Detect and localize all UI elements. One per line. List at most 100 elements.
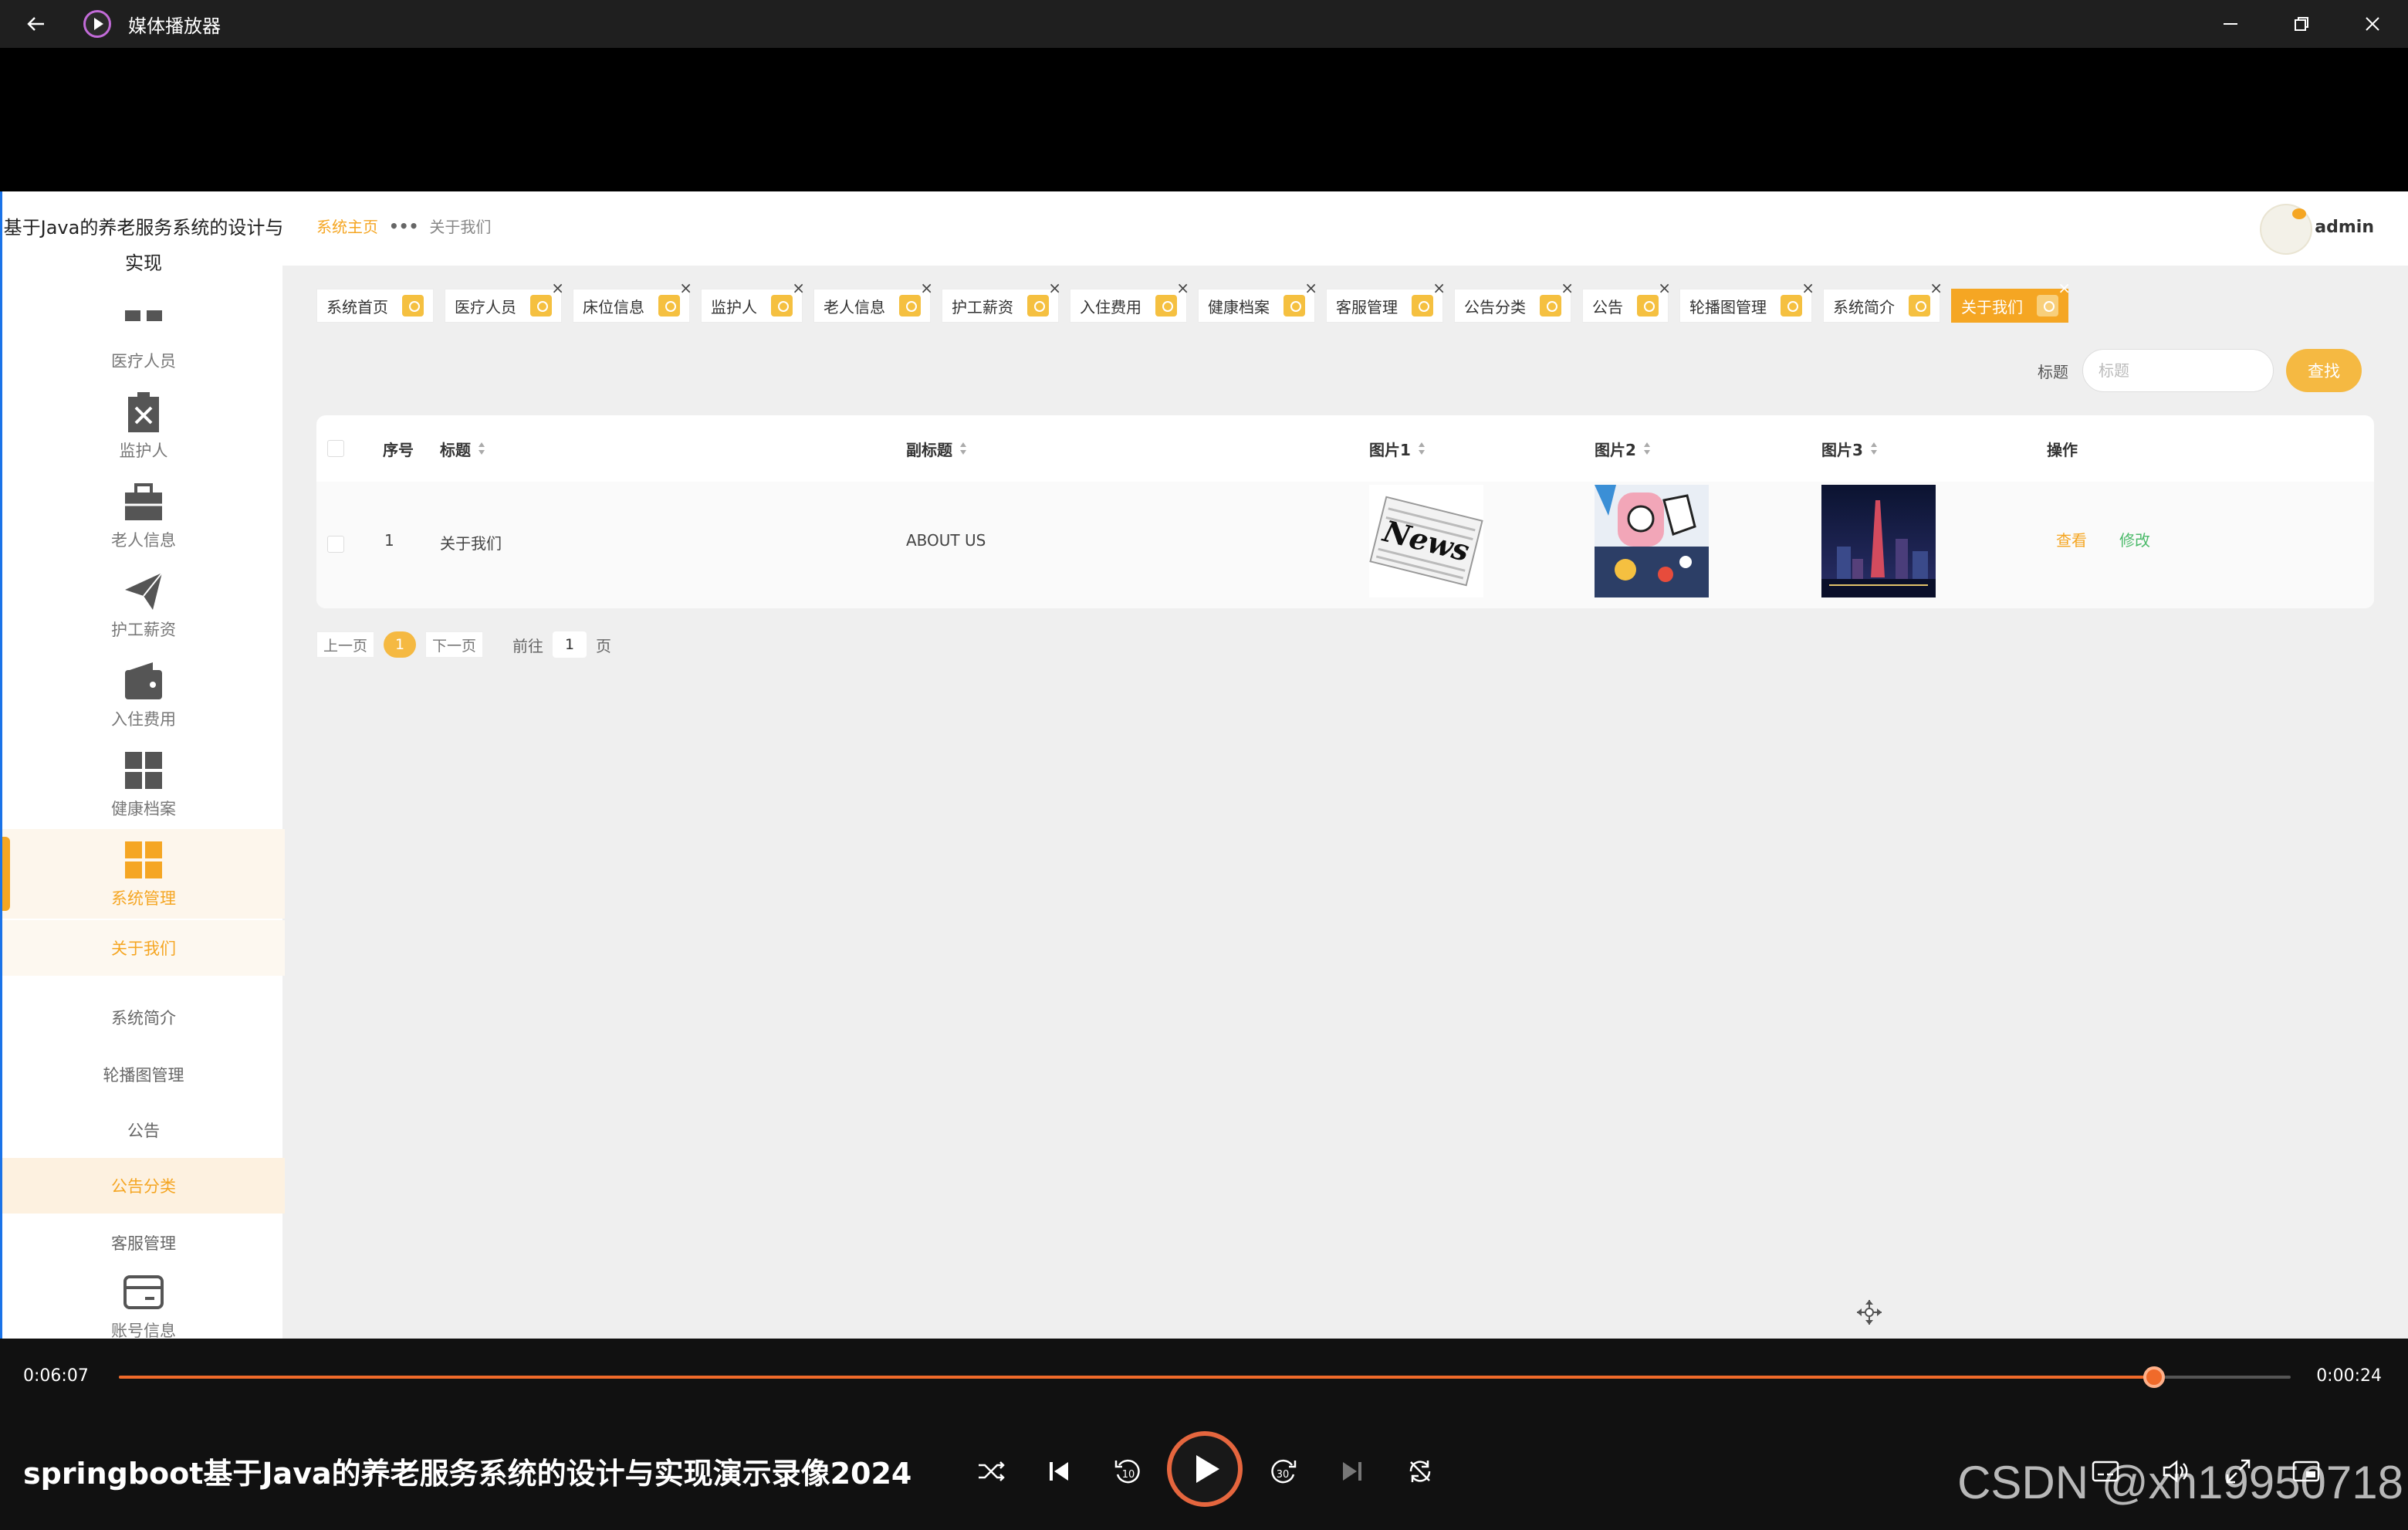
tag-carousel[interactable]: 轮播图管理 × <box>1679 279 1814 323</box>
sort-icon[interactable] <box>1870 442 1877 455</box>
news-thumbnail-image[interactable]: News <box>1369 485 1483 597</box>
tag-refresh-icon[interactable] <box>1781 295 1802 316</box>
arrow-left-icon <box>27 17 44 31</box>
play-button[interactable] <box>1167 1431 1243 1507</box>
sidebar-item-health-records[interactable]: 健康档案 <box>2 740 285 829</box>
sidebar-sub-notice[interactable]: 公告 <box>2 1102 285 1158</box>
tag-medical-staff[interactable]: 医疗人员 × <box>445 279 564 323</box>
tag-notice[interactable]: 公告 × <box>1582 279 1671 323</box>
tag-home[interactable]: 系统首页 <box>316 289 434 323</box>
tag-refresh-icon[interactable] <box>402 295 424 316</box>
sort-icon[interactable] <box>960 442 966 455</box>
sidebar-sub-notice-category[interactable]: 公告分类 <box>2 1158 285 1214</box>
forward-30-button[interactable]: 30 <box>1267 1454 1301 1488</box>
close-icon[interactable]: × <box>1658 279 1671 297</box>
sidebar-sub-carousel[interactable]: 轮播图管理 <box>2 1047 285 1102</box>
tag-notice-category[interactable]: 公告分类 × <box>1454 279 1574 323</box>
edit-link[interactable]: 修改 <box>2119 528 2150 550</box>
search-button[interactable]: 查找 <box>2286 349 2362 392</box>
seek-bar[interactable] <box>119 1366 2291 1388</box>
close-icon[interactable]: × <box>551 279 564 297</box>
sidebar-item-account-info[interactable]: 账号信息 <box>2 1261 285 1339</box>
title-search-input[interactable] <box>2082 349 2274 392</box>
breadcrumb-home[interactable]: 系统主页 <box>316 215 378 237</box>
tag-customer-service[interactable]: 客服管理 × <box>1326 279 1446 323</box>
next-page-button[interactable]: 下一页 <box>425 631 484 658</box>
select-all-checkbox[interactable] <box>327 440 344 457</box>
tag-refresh-icon[interactable] <box>1412 295 1433 316</box>
column-label: 图片2 <box>1595 440 1636 459</box>
tag-system-intro[interactable]: 系统简介 × <box>1823 279 1943 323</box>
sidebar-item-caregiver-salary[interactable]: 护工薪资 <box>2 560 285 650</box>
seek-handle[interactable] <box>2143 1366 2165 1388</box>
column-header-image2[interactable]: 图片2 <box>1595 415 1650 482</box>
next-button[interactable] <box>1335 1454 1369 1488</box>
tag-guardian[interactable]: 监护人 × <box>701 279 805 323</box>
rewind-10-button[interactable]: 10 <box>1110 1454 1144 1488</box>
sort-icon[interactable] <box>1418 442 1425 455</box>
city-night-thumbnail-image[interactable] <box>1821 485 1936 597</box>
close-icon[interactable]: × <box>1929 279 1943 297</box>
column-header-image1[interactable]: 图片1 <box>1369 415 1425 482</box>
tag-refresh-icon[interactable] <box>1909 295 1930 316</box>
close-window-button[interactable] <box>2337 0 2408 48</box>
sidebar-item-system-management[interactable]: 系统管理 <box>2 829 285 919</box>
tag-label: 关于我们 <box>1961 297 2023 316</box>
tag-caregiver-salary[interactable]: 护工薪资 × <box>942 279 1061 323</box>
tag-stay-fees[interactable]: 入住费用 × <box>1070 279 1189 323</box>
close-icon[interactable]: × <box>920 279 933 297</box>
goto-page-input[interactable]: 1 <box>553 631 587 658</box>
sidebar-item-medical-staff[interactable]: 医疗人员 <box>2 292 285 381</box>
tag-refresh-icon[interactable] <box>1540 295 1561 316</box>
wallet-icon <box>125 662 162 699</box>
close-icon[interactable]: × <box>2058 279 2071 297</box>
tag-refresh-icon[interactable] <box>658 295 680 316</box>
prev-page-button[interactable]: 上一页 <box>316 631 375 658</box>
close-icon[interactable]: × <box>1561 279 1574 297</box>
username[interactable]: admin <box>2315 218 2374 237</box>
row-checkbox[interactable] <box>327 536 344 553</box>
tag-refresh-icon[interactable] <box>1637 295 1659 316</box>
tag-refresh-icon[interactable] <box>1027 295 1049 316</box>
rewind-10-icon: 10 <box>1114 1459 1140 1484</box>
sidebar-sub-about-us[interactable]: 关于我们 <box>2 920 285 976</box>
close-icon[interactable]: × <box>1432 279 1446 297</box>
tag-about-us[interactable]: 关于我们 × <box>1951 279 2071 323</box>
column-header-title[interactable]: 标题 <box>440 415 485 482</box>
tag-refresh-icon[interactable] <box>530 295 552 316</box>
minimize-button[interactable] <box>2195 0 2266 48</box>
tag-refresh-icon[interactable] <box>1283 295 1305 316</box>
close-icon[interactable]: × <box>1801 279 1814 297</box>
close-icon[interactable]: × <box>1048 279 1061 297</box>
close-icon[interactable]: × <box>1176 279 1189 297</box>
tag-refresh-icon[interactable] <box>2037 295 2058 316</box>
view-link[interactable]: 查看 <box>2056 528 2087 550</box>
avatar[interactable] <box>2260 204 2312 255</box>
sort-icon[interactable] <box>479 442 485 455</box>
repeat-button[interactable] <box>1403 1454 1437 1488</box>
tag-bed-info[interactable]: 床位信息 × <box>573 279 692 323</box>
tag-refresh-icon[interactable] <box>899 295 921 316</box>
current-page[interactable]: 1 <box>384 631 417 658</box>
sidebar-item-stay-fees[interactable]: 入住费用 <box>2 650 285 740</box>
tag-refresh-icon[interactable] <box>771 295 793 316</box>
column-header-subtitle[interactable]: 副标题 <box>906 415 966 482</box>
restore-button[interactable] <box>2266 0 2337 48</box>
illustration-thumbnail-image[interactable] <box>1595 485 1709 597</box>
close-icon[interactable]: × <box>792 279 805 297</box>
close-icon[interactable]: × <box>1304 279 1317 297</box>
tag-health-records[interactable]: 健康档案 × <box>1198 279 1317 323</box>
close-icon[interactable]: × <box>679 279 692 297</box>
sidebar-item-elder-info[interactable]: 老人信息 <box>2 471 285 560</box>
tag-elder-info[interactable]: 老人信息 × <box>813 279 933 323</box>
back-button[interactable] <box>12 0 60 48</box>
column-header-image3[interactable]: 图片3 <box>1821 415 1877 482</box>
previous-button[interactable] <box>1042 1454 1076 1488</box>
shuffle-button[interactable] <box>974 1454 1008 1488</box>
sidebar-item-guardian[interactable]: 监护人 <box>2 381 285 471</box>
briefcase-icon <box>125 483 162 520</box>
sidebar-item-label: 账号信息 <box>111 1322 176 1339</box>
sort-icon[interactable] <box>1643 442 1650 455</box>
sidebar-sub-system-intro[interactable]: 系统简介 <box>2 990 285 1045</box>
tag-refresh-icon[interactable] <box>1155 295 1177 316</box>
